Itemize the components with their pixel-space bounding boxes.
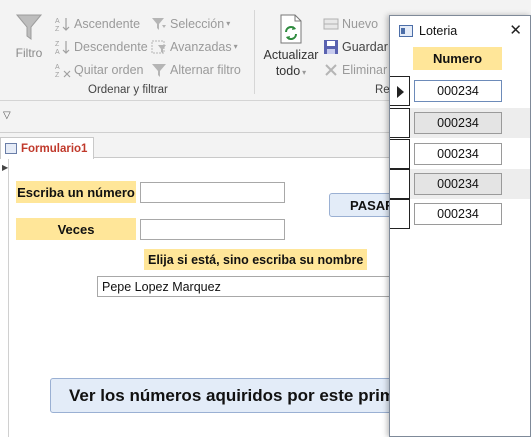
record-selector-bar[interactable]: ▶ <box>0 159 9 437</box>
view-numbers-button[interactable]: Ver los números aquiridos por este prime <box>50 378 400 413</box>
chevron-down-icon: ▾ <box>226 18 231 28</box>
save-button[interactable]: Guardar <box>323 35 388 58</box>
hint-label: Elija si está, sino escriba su nombre <box>144 249 368 270</box>
sort-ascending-icon: AZ <box>55 16 71 32</box>
current-record-icon <box>397 86 404 98</box>
remove-sort-label: Quitar orden <box>74 62 144 77</box>
advanced-filter-icon <box>151 39 167 55</box>
delete-label: Eliminar <box>342 62 388 77</box>
record-selector[interactable] <box>390 169 410 199</box>
filter-label: Filtro <box>15 46 43 60</box>
ribbon-separator <box>254 10 255 94</box>
advanced-filter-button[interactable]: Avanzadas ▾ <box>151 35 241 58</box>
table-row[interactable]: 000234 <box>390 199 530 229</box>
sort-ascending-button[interactable]: AZ Ascendente <box>55 12 148 35</box>
svg-text:Z: Z <box>55 72 60 78</box>
times-label: Veces <box>16 218 136 240</box>
record-selector[interactable] <box>390 139 410 169</box>
records-group: Nuevo Guardar Eliminar <box>323 12 388 81</box>
refresh-icon <box>280 14 302 44</box>
window-title: Loteria <box>419 23 458 38</box>
table-row[interactable]: 000234 <box>390 76 530 106</box>
number-input[interactable] <box>140 182 285 203</box>
chevron-down-icon[interactable]: ▽ <box>3 110 11 121</box>
numero-cell[interactable]: 000234 <box>414 112 502 134</box>
selection-button[interactable]: Selección ▾ <box>151 12 241 35</box>
toggle-filter-icon <box>151 62 167 78</box>
close-icon[interactable]: ✕ <box>509 21 522 39</box>
sort-descending-icon: ZA <box>55 39 71 55</box>
selection-filter-icon <box>151 16 167 32</box>
new-record-label: Nuevo <box>342 16 379 31</box>
loteria-titlebar[interactable]: Loteria ✕ <box>390 16 530 45</box>
svg-text:A: A <box>55 18 60 25</box>
funnel-icon <box>15 14 43 40</box>
new-record-button[interactable]: Nuevo <box>323 12 388 35</box>
new-record-icon <box>323 16 339 32</box>
toggle-filter-button[interactable]: Alternar filtro <box>151 58 241 81</box>
loteria-window: Loteria ✕ Numero 000234 000234 000234 00… <box>389 15 531 437</box>
numero-cell[interactable]: 000234 <box>414 173 502 195</box>
record-selector[interactable] <box>390 76 410 106</box>
records-group-label: Re <box>375 84 390 96</box>
remove-sort-button[interactable]: AZ Quitar orden <box>55 58 148 81</box>
svg-text:A: A <box>55 49 60 55</box>
numero-cell[interactable]: 000234 <box>414 80 502 102</box>
delete-icon <box>323 62 339 78</box>
sort-descending-label: Descendente <box>74 39 148 54</box>
svg-text:Z: Z <box>55 41 60 48</box>
number-label: Escriba un número <box>16 181 136 203</box>
advanced-filter-label: Avanzadas <box>170 39 232 54</box>
chevron-down-icon: ▾ <box>233 41 238 51</box>
chevron-down-icon: ▾ <box>302 68 307 77</box>
times-input[interactable] <box>140 219 285 240</box>
refresh-label-line1: Actualizar <box>263 48 319 62</box>
save-icon <box>323 39 339 55</box>
tab-formulario1[interactable]: Formulario1 <box>0 137 95 159</box>
record-selector[interactable] <box>390 199 410 229</box>
numero-cell[interactable]: 000234 <box>414 143 502 165</box>
sort-group: AZ Ascendente ZA Descendente AZ Quitar o… <box>55 12 148 81</box>
tab-label: Formulario1 <box>21 142 88 155</box>
form-icon <box>5 143 17 154</box>
svg-text:A: A <box>55 64 60 71</box>
selection-group: Selección ▾ Avanzadas ▾ Alternar filtro <box>151 12 241 81</box>
numero-cell[interactable]: 000234 <box>414 203 502 225</box>
selection-label: Selección <box>170 16 225 31</box>
table-row[interactable]: 000234 <box>390 139 530 169</box>
record-selector[interactable] <box>390 108 410 138</box>
sort-filter-group-label: Ordenar y filtrar <box>88 84 168 96</box>
filter-button[interactable]: Filtro <box>8 12 50 60</box>
table-row[interactable]: 000234 <box>390 108 530 138</box>
delete-button[interactable]: Eliminar <box>323 58 388 81</box>
remove-sort-icon: AZ <box>55 62 71 78</box>
name-input[interactable] <box>97 276 397 297</box>
refresh-all-button[interactable]: Actualizar todo ▾ <box>262 14 320 81</box>
refresh-label-line2: todo ▾ <box>262 63 320 81</box>
save-label: Guardar <box>342 39 388 54</box>
table-row[interactable]: 000234 <box>390 169 530 199</box>
column-header-numero: Numero <box>413 47 502 70</box>
toggle-filter-label: Alternar filtro <box>170 62 241 77</box>
sort-ascending-label: Ascendente <box>74 16 141 31</box>
refresh-label-text: todo <box>275 64 301 78</box>
svg-text:Z: Z <box>55 26 60 32</box>
record-pointer-icon: ▶ <box>2 163 9 172</box>
form-icon <box>399 24 413 37</box>
sort-descending-button[interactable]: ZA Descendente <box>55 35 148 58</box>
